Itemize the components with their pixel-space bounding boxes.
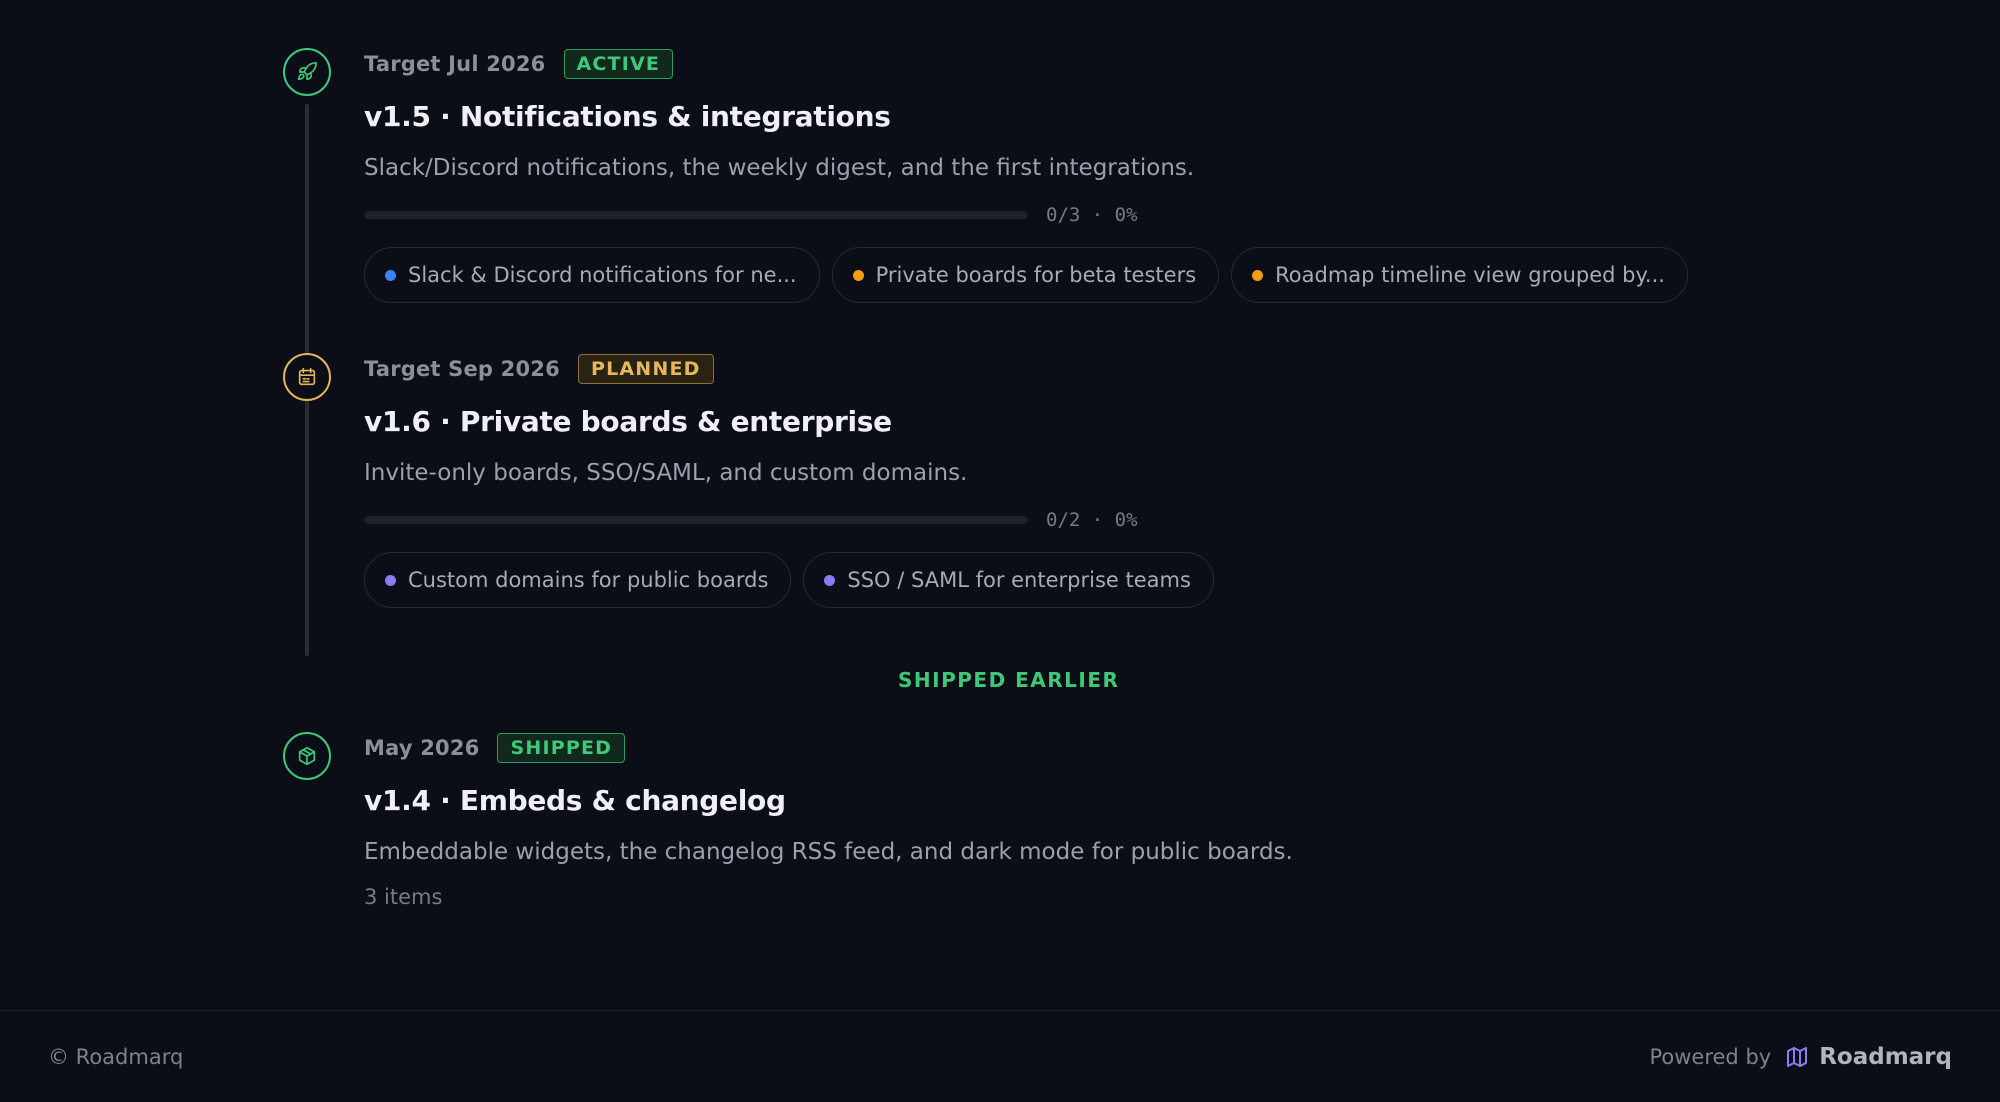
milestone-description: Slack/Discord notifications, the weekly … [364, 155, 1195, 181]
status-dot [385, 269, 396, 281]
map-icon [1787, 1046, 1808, 1067]
shipped-earlier-label: SHIPPED EARLIER [898, 668, 1120, 692]
milestone-items: Custom domains for public boards SSO / S… [364, 552, 1214, 608]
progress-text: 0/3 · 0% [1046, 204, 1138, 226]
item-chip[interactable]: Custom domains for public boards [364, 552, 792, 608]
item-label: Custom domains for public boards [408, 568, 769, 592]
item-chip[interactable]: Roadmap timeline view grouped by... [1231, 247, 1688, 303]
brand-name: Roadmarq [1819, 1043, 1952, 1070]
milestone-node [283, 353, 331, 401]
status-dot [385, 574, 396, 586]
milestone-target-date: May 2026 [364, 736, 480, 760]
item-label: Slack & Discord notifications for ne... [408, 263, 797, 287]
roadmap-timeline: Target Jul 2026 ACTIVE v1.5 · Notificati… [0, 0, 2000, 1010]
milestone-target-date: Target Sep 2026 [364, 357, 560, 381]
calendar-icon [298, 367, 316, 386]
status-dot [824, 574, 836, 586]
milestone-target-date: Target Jul 2026 [364, 52, 546, 76]
copyright-text: © Roadmarq [48, 1044, 184, 1069]
item-label: SSO / SAML for enterprise teams [847, 568, 1191, 592]
powered-by-label: Powered by [1649, 1044, 1772, 1069]
item-label: Roadmap timeline view grouped by... [1275, 263, 1665, 287]
item-label: Private boards for beta testers [875, 263, 1197, 287]
powered-by[interactable]: Powered by Roadmarq [1649, 1044, 1952, 1070]
milestone-title[interactable]: v1.4 · Embeds & changelog [364, 784, 1293, 817]
rocket-icon [297, 62, 317, 81]
milestone-node [283, 732, 331, 780]
roadmap-page: Target Jul 2026 ACTIVE v1.5 · Notificati… [0, 0, 2000, 1102]
status-badge: PLANNED [577, 354, 714, 384]
status-badge: SHIPPED [497, 733, 626, 763]
item-chip[interactable]: SSO / SAML for enterprise teams [803, 552, 1214, 608]
package-icon [298, 746, 316, 766]
milestone-description: Invite-only boards, SSO/SAML, and custom… [364, 460, 968, 486]
milestone-description: Embeddable widgets, the changelog RSS fe… [364, 839, 1293, 865]
milestone-items: Slack & Discord notifications for ne... … [364, 247, 1688, 303]
milestone-content: May 2026 SHIPPED v1.4 · Embeds & changel… [364, 732, 1293, 909]
item-chip[interactable]: Private boards for beta testers [831, 247, 1220, 303]
milestone-content: Target Jul 2026 ACTIVE v1.5 · Notificati… [364, 48, 1688, 303]
progress-text: 0/2 · 0% [1046, 509, 1138, 531]
milestone-title[interactable]: v1.6 · Private boards & enterprise [364, 405, 1214, 438]
brand-link[interactable]: Roadmarq [1785, 1044, 1952, 1070]
status-dot [1252, 269, 1264, 281]
item-chip[interactable]: Slack & Discord notifications for ne... [364, 247, 820, 303]
page-footer: © Roadmarq Powered by Roadmarq [0, 1010, 2000, 1102]
milestone-node [283, 48, 331, 96]
milestone-content: Target Sep 2026 PLANNED v1.6 · Private b… [364, 353, 1214, 608]
status-badge: ACTIVE [563, 49, 674, 79]
progress-bar [364, 211, 1028, 219]
status-dot [852, 269, 864, 281]
items-count[interactable]: 3 items [364, 885, 1293, 909]
progress-bar [364, 516, 1028, 524]
milestone-title[interactable]: v1.5 · Notifications & integrations [364, 100, 1688, 133]
